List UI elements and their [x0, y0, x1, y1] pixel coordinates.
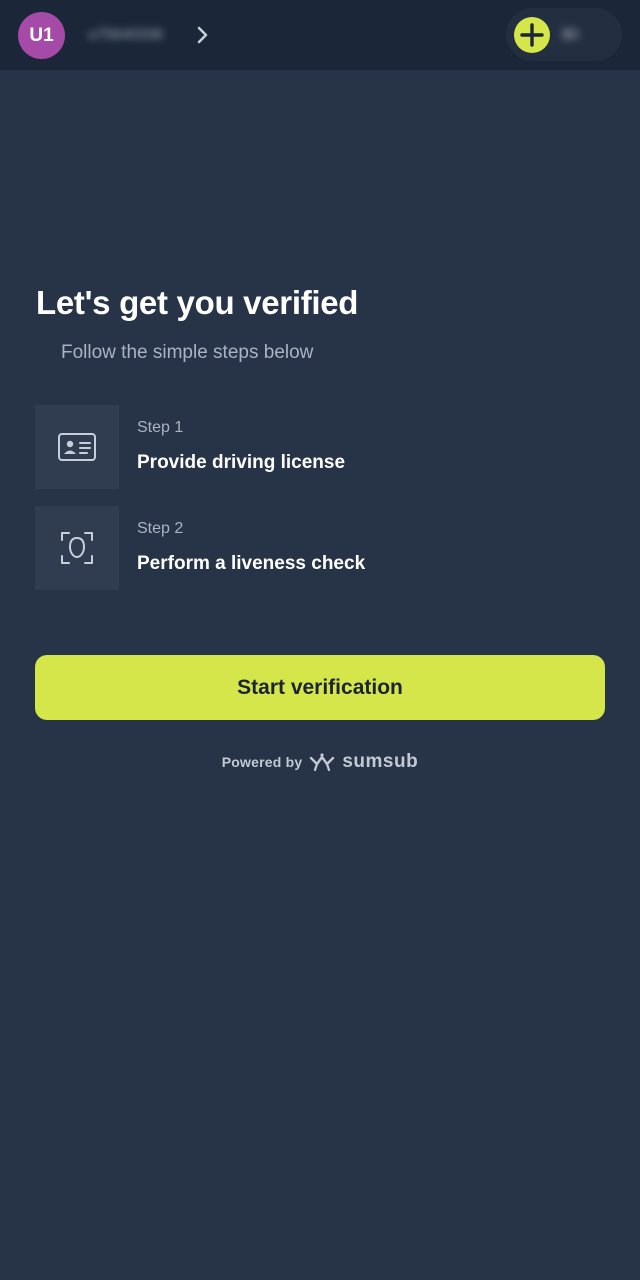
step-text: Perform a liveness check [137, 553, 366, 574]
balance-value: $0 [562, 26, 579, 43]
step-label: Step 2 [137, 520, 184, 537]
id-card-icon [58, 433, 96, 461]
face-scan-icon [61, 532, 93, 564]
user-avatar[interactable]: U1 [18, 12, 65, 59]
page-subtitle: Follow the simple steps below [61, 342, 314, 363]
step-icon-box [35, 405, 119, 489]
sumsub-logo-icon [310, 753, 335, 772]
balance-pill[interactable]: $0 [506, 8, 622, 61]
powered-by-footer: Powered by sumsub [0, 748, 640, 776]
add-funds-button[interactable] [514, 17, 550, 53]
step-text: Provide driving license [137, 452, 346, 473]
start-verification-button[interactable]: Start verification [35, 655, 605, 720]
username[interactable]: u75640336 [88, 24, 176, 46]
powered-by-label: Powered by [221, 754, 303, 770]
step-icon-box [35, 506, 119, 590]
page-title: Let's get you verified [36, 284, 359, 321]
plus-icon [520, 23, 544, 47]
step-item-2[interactable]: Step 2 Perform a liveness check [35, 506, 605, 590]
top-bar: U1 u75640336 $0 [0, 0, 640, 70]
step-item-1[interactable]: Step 1 Provide driving license [35, 405, 605, 489]
chevron-right-icon[interactable] [192, 22, 214, 48]
avatar-initials: U1 [29, 24, 54, 46]
step-label: Step 1 [137, 419, 184, 436]
brand-name: sumsub [342, 751, 419, 772]
